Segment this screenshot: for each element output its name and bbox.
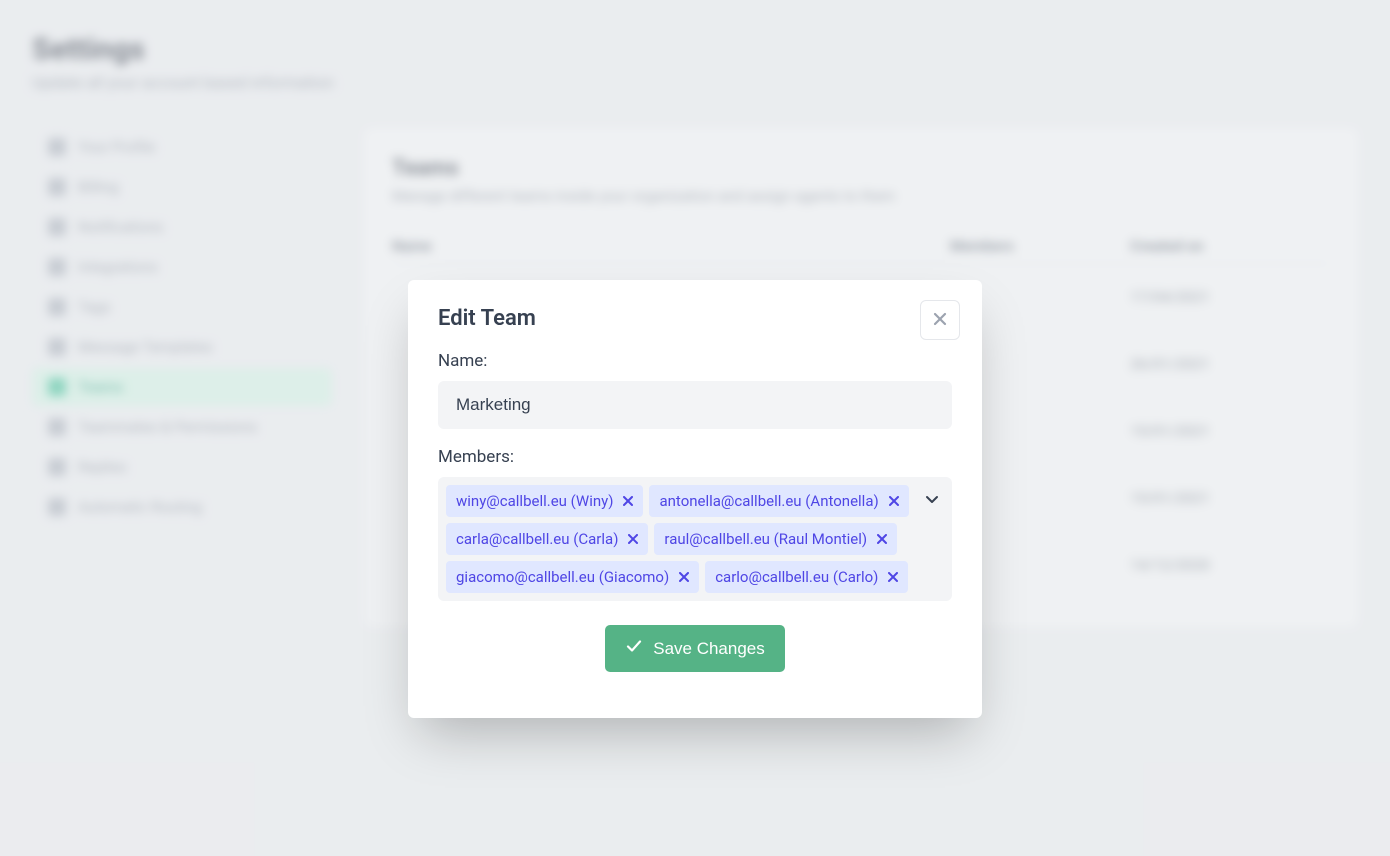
team-name-input[interactable] xyxy=(438,381,952,429)
close-icon xyxy=(933,312,947,329)
remove-member-icon[interactable] xyxy=(877,534,887,544)
modal-title: Edit Team xyxy=(438,306,952,331)
member-chip: winy@callbell.eu (Winy) xyxy=(446,485,643,517)
close-button[interactable] xyxy=(920,300,960,340)
member-chip: giacomo@callbell.eu (Giacomo) xyxy=(446,561,699,593)
save-button-label: Save Changes xyxy=(653,639,765,659)
members-multiselect[interactable]: winy@callbell.eu (Winy) antonella@callbe… xyxy=(438,477,952,601)
chevron-down-icon[interactable] xyxy=(924,491,940,511)
member-chip: raul@callbell.eu (Raul Montiel) xyxy=(654,523,897,555)
modal-overlay: Edit Team Name: Members: winy@callbell.e… xyxy=(0,0,1390,856)
member-chip: antonella@callbell.eu (Antonella) xyxy=(649,485,908,517)
members-label: Members: xyxy=(438,447,952,467)
chip-label: carla@callbell.eu (Carla) xyxy=(456,530,618,548)
edit-team-modal: Edit Team Name: Members: winy@callbell.e… xyxy=(408,280,982,718)
remove-member-icon[interactable] xyxy=(888,572,898,582)
check-icon xyxy=(625,637,643,660)
name-label: Name: xyxy=(438,351,952,371)
remove-member-icon[interactable] xyxy=(889,496,899,506)
member-chip: carla@callbell.eu (Carla) xyxy=(446,523,648,555)
member-chip: carlo@callbell.eu (Carlo) xyxy=(705,561,908,593)
remove-member-icon[interactable] xyxy=(628,534,638,544)
chip-label: carlo@callbell.eu (Carlo) xyxy=(715,568,878,586)
remove-member-icon[interactable] xyxy=(679,572,689,582)
remove-member-icon[interactable] xyxy=(623,496,633,506)
chip-label: giacomo@callbell.eu (Giacomo) xyxy=(456,568,669,586)
chip-label: raul@callbell.eu (Raul Montiel) xyxy=(664,530,867,548)
chip-label: antonella@callbell.eu (Antonella) xyxy=(659,492,878,510)
save-changes-button[interactable]: Save Changes xyxy=(605,625,785,672)
chip-label: winy@callbell.eu (Winy) xyxy=(456,492,613,510)
